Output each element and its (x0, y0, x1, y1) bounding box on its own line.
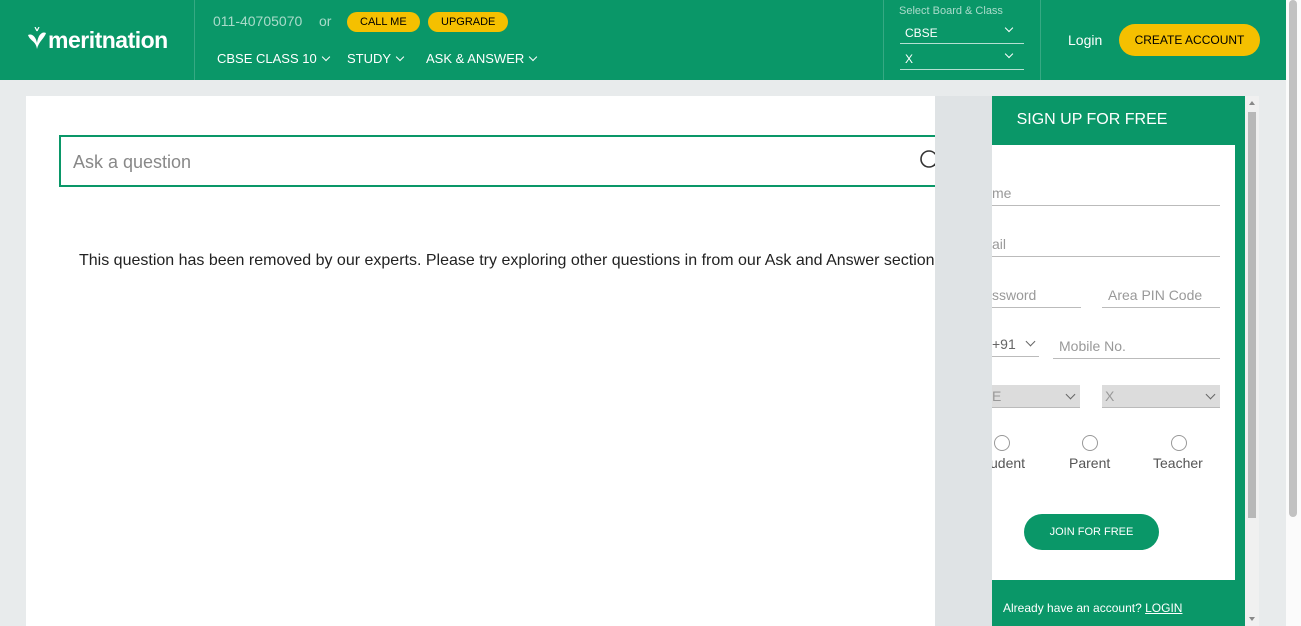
call-me-button[interactable]: CALL ME (347, 12, 420, 32)
top-navigation-bar: meritnation 011-40705070 or CALL ME UPGR… (0, 0, 1286, 80)
nav-label: ASK & ANSWER (426, 51, 525, 66)
chevron-down-icon (1205, 389, 1216, 400)
chevron-down-icon (1004, 49, 1014, 59)
chevron-down-icon (395, 52, 405, 61)
signup-class-select[interactable]: X (1102, 385, 1220, 408)
student-radio[interactable] (994, 435, 1010, 451)
nav-label: CBSE CLASS 10 (217, 51, 317, 66)
chevron-down-icon (529, 52, 538, 61)
mobile-field[interactable]: Mobile No. (1053, 334, 1220, 359)
mobile-placeholder: Mobile No. (1059, 338, 1126, 354)
header-divider (1040, 0, 1041, 80)
board-select-value: CBSE (905, 26, 938, 40)
join-for-free-button[interactable]: JOIN FOR FREE (1024, 514, 1159, 550)
signup-panel: SIGN UP FOR FREE me ail ssword Area PIN … (992, 96, 1245, 626)
name-field[interactable]: me (992, 181, 1220, 206)
country-code-select[interactable]: +91 (992, 332, 1039, 357)
meritnation-logo[interactable]: meritnation (26, 20, 168, 60)
already-text: Already have an account? (1003, 601, 1142, 615)
butterfly-icon (28, 27, 46, 49)
nav-study[interactable]: STUDY (347, 51, 405, 66)
signup-login-link[interactable]: LOGIN (1145, 601, 1182, 615)
logo-text: meritnation (48, 26, 168, 53)
signup-board-value: E (992, 388, 1002, 404)
or-text: or (319, 13, 332, 29)
pin-code-placeholder: Area PIN Code (1108, 287, 1203, 303)
already-have-account: Already have an account? LOGIN (1003, 601, 1182, 615)
nav-cbse-class-10[interactable]: CBSE CLASS 10 (217, 51, 330, 66)
panel-scrollbar[interactable] (1245, 96, 1259, 626)
header-divider (883, 0, 884, 80)
login-link[interactable]: Login (1068, 32, 1102, 48)
pin-code-field[interactable]: Area PIN Code (1102, 283, 1220, 308)
question-removed-message: This question has been removed by our ex… (79, 252, 940, 269)
ask-question-input[interactable] (71, 137, 915, 187)
chevron-down-icon (1004, 23, 1014, 33)
scrollbar-thumb[interactable] (1248, 112, 1256, 518)
email-field[interactable]: ail (992, 232, 1220, 257)
scroll-up-arrow-icon[interactable] (1249, 101, 1255, 105)
chevron-down-icon (1025, 336, 1036, 347)
ask-question-box (59, 135, 959, 187)
signup-title: SIGN UP FOR FREE (1016, 111, 1168, 128)
signup-board-select[interactable]: E (992, 385, 1080, 408)
parent-radio[interactable] (1082, 435, 1098, 451)
scroll-down-arrow-icon[interactable] (1249, 617, 1255, 621)
question-content-card: This question has been removed by our ex… (26, 96, 992, 626)
chevron-down-icon (1065, 389, 1076, 400)
email-placeholder: ail (992, 236, 1007, 252)
signup-form: me ail ssword Area PIN Code +91 Mobile N… (992, 145, 1235, 580)
page-scrollbar[interactable] (1286, 0, 1301, 626)
class-select-value: X (905, 52, 914, 66)
upgrade-button[interactable]: UPGRADE (428, 12, 509, 32)
nav-label: STUDY (347, 51, 392, 66)
nav-ask-answer[interactable]: ASK & ANSWER (426, 51, 538, 66)
phone-number: 011-40705070 (213, 13, 303, 29)
board-select[interactable]: CBSE (900, 23, 1024, 44)
create-account-button[interactable]: CREATE ACCOUNT (1119, 24, 1260, 56)
password-placeholder: ssword (992, 287, 1037, 303)
password-field[interactable]: ssword (992, 283, 1081, 308)
page-scrollbar-thumb[interactable] (1289, 0, 1297, 517)
teacher-label: Teacher (1153, 455, 1203, 471)
class-select[interactable]: X (900, 49, 1024, 70)
student-label: udent (992, 455, 1026, 471)
board-class-label: Select Board & Class (899, 5, 1003, 17)
header-divider (194, 0, 195, 80)
chevron-down-icon (321, 52, 330, 61)
name-placeholder: me (992, 185, 1012, 201)
country-code-value: +91 (992, 336, 1016, 352)
teacher-radio[interactable] (1171, 435, 1187, 451)
parent-label: Parent (1069, 455, 1111, 471)
signup-class-value: X (1105, 388, 1115, 404)
